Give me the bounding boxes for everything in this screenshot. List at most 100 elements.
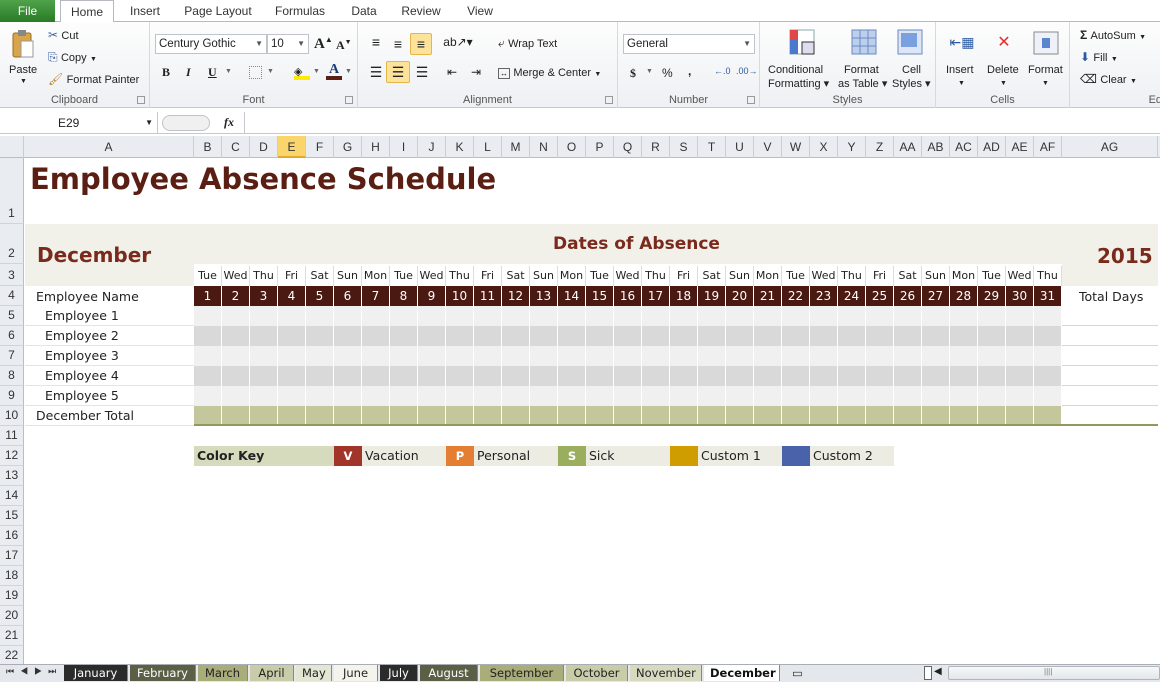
weekday-label[interactable]: Wed xyxy=(418,266,446,286)
absence-cell[interactable] xyxy=(642,386,670,406)
absence-cell[interactable] xyxy=(642,306,670,326)
absence-cell[interactable] xyxy=(782,366,810,386)
absence-cell[interactable] xyxy=(334,326,362,346)
day-number[interactable]: 11 xyxy=(474,286,502,306)
align-top-icon[interactable]: ≡ xyxy=(366,32,386,52)
chevron-down-icon[interactable]: ▼ xyxy=(267,68,274,75)
total-cell[interactable] xyxy=(670,406,698,426)
column-header[interactable]: Y xyxy=(838,136,866,158)
day-number[interactable]: 27 xyxy=(922,286,950,306)
absence-cell[interactable] xyxy=(1034,306,1062,326)
percent-button[interactable]: % xyxy=(662,66,673,80)
total-cell[interactable] xyxy=(418,406,446,426)
absence-cell[interactable] xyxy=(894,306,922,326)
number-format-select[interactable]: General ▼ xyxy=(623,34,755,54)
total-cell[interactable] xyxy=(446,406,474,426)
absence-cell[interactable] xyxy=(194,306,222,326)
dialog-launcher-icon[interactable] xyxy=(137,96,145,104)
absence-cell[interactable] xyxy=(950,346,978,366)
align-middle-icon[interactable]: ≡ xyxy=(388,34,408,54)
column-header[interactable]: Q xyxy=(614,136,642,158)
column-header[interactable]: U xyxy=(726,136,754,158)
absence-cell[interactable] xyxy=(362,306,390,326)
sheet-tab-november[interactable]: November xyxy=(630,665,702,681)
day-number[interactable]: 23 xyxy=(810,286,838,306)
delete-cells-button[interactable]: ✕ Delete ▼ xyxy=(984,26,1024,92)
employee-name[interactable]: Employee 3 xyxy=(45,348,119,363)
absence-cell[interactable] xyxy=(754,306,782,326)
chevron-down-icon[interactable]: ▼ xyxy=(145,112,153,134)
column-header[interactable]: Z xyxy=(866,136,894,158)
absence-cell[interactable] xyxy=(250,346,278,366)
font-name-select[interactable]: Century Gothic ▼ xyxy=(155,34,267,54)
weekday-label[interactable]: Fri xyxy=(474,266,502,286)
column-header[interactable]: K xyxy=(446,136,474,158)
absence-cell[interactable] xyxy=(614,306,642,326)
column-header[interactable]: F xyxy=(306,136,334,158)
day-number[interactable]: 16 xyxy=(614,286,642,306)
total-cell[interactable] xyxy=(642,406,670,426)
total-days-cell[interactable] xyxy=(1062,366,1158,386)
absence-cell[interactable] xyxy=(390,346,418,366)
total-cell[interactable] xyxy=(530,406,558,426)
day-number[interactable]: 9 xyxy=(418,286,446,306)
cut-button[interactable]: ✂ Cut xyxy=(48,28,79,42)
bold-button[interactable]: B xyxy=(162,65,170,80)
tab-file[interactable]: File xyxy=(0,0,55,22)
row-header[interactable]: 18 xyxy=(0,566,24,586)
day-number[interactable]: 26 xyxy=(894,286,922,306)
total-days-cell[interactable] xyxy=(1062,406,1158,426)
sheet-tab-february[interactable]: February xyxy=(130,665,196,681)
absence-cell[interactable] xyxy=(474,346,502,366)
absence-cell[interactable] xyxy=(1006,346,1034,366)
absence-cell[interactable] xyxy=(866,366,894,386)
absence-cell[interactable] xyxy=(446,326,474,346)
column-header[interactable]: AF xyxy=(1034,136,1062,158)
absence-cell[interactable] xyxy=(810,306,838,326)
absence-cell[interactable] xyxy=(250,306,278,326)
insert-sheet-icon[interactable]: ▭ xyxy=(786,665,810,681)
employee-name[interactable]: Employee 5 xyxy=(45,388,119,403)
absence-cell[interactable] xyxy=(306,366,334,386)
total-cell[interactable] xyxy=(1034,406,1062,426)
column-header[interactable]: C xyxy=(222,136,250,158)
weekday-label[interactable]: Sat xyxy=(502,266,530,286)
absence-cell[interactable] xyxy=(838,386,866,406)
absence-cell[interactable] xyxy=(446,306,474,326)
row-header[interactable]: 6 xyxy=(0,326,24,346)
dialog-launcher-icon[interactable] xyxy=(605,96,613,104)
autosum-button[interactable]: Σ AutoSum ▼ xyxy=(1080,28,1146,42)
absence-cell[interactable] xyxy=(978,366,1006,386)
employee-name-header[interactable]: Employee Name xyxy=(36,289,139,304)
absence-cell[interactable] xyxy=(474,386,502,406)
weekday-label[interactable]: Sat xyxy=(698,266,726,286)
absence-cell[interactable] xyxy=(586,366,614,386)
increase-indent-icon[interactable]: ⇥ xyxy=(466,62,486,82)
absence-cell[interactable] xyxy=(222,346,250,366)
day-number[interactable]: 3 xyxy=(250,286,278,306)
sheet-nav-buttons[interactable]: ⏮◀▶⏭ xyxy=(6,666,62,677)
total-days-cell[interactable] xyxy=(1062,306,1158,326)
weekday-label[interactable]: Thu xyxy=(1034,266,1062,286)
total-cell[interactable] xyxy=(586,406,614,426)
font-color-icon[interactable]: A xyxy=(326,62,342,80)
copy-button[interactable]: ⎘ Copy ▼ xyxy=(48,50,97,65)
day-number[interactable]: 19 xyxy=(698,286,726,306)
column-header[interactable]: AD xyxy=(978,136,1006,158)
absence-cell[interactable] xyxy=(950,386,978,406)
absence-cell[interactable] xyxy=(278,386,306,406)
absence-cell[interactable] xyxy=(362,326,390,346)
weekday-label[interactable]: Sat xyxy=(894,266,922,286)
column-header[interactable]: P xyxy=(586,136,614,158)
absence-cell[interactable] xyxy=(922,306,950,326)
row-header[interactable]: 17 xyxy=(0,546,24,566)
total-cell[interactable] xyxy=(222,406,250,426)
weekday-label[interactable]: Tue xyxy=(194,266,222,286)
column-header[interactable]: E xyxy=(278,136,306,158)
absence-cell[interactable] xyxy=(894,386,922,406)
weekday-label[interactable]: Sun xyxy=(530,266,558,286)
absence-cell[interactable] xyxy=(194,366,222,386)
absence-cell[interactable] xyxy=(726,306,754,326)
total-cell[interactable] xyxy=(894,406,922,426)
paste-button[interactable]: Paste ▼ xyxy=(4,26,42,86)
